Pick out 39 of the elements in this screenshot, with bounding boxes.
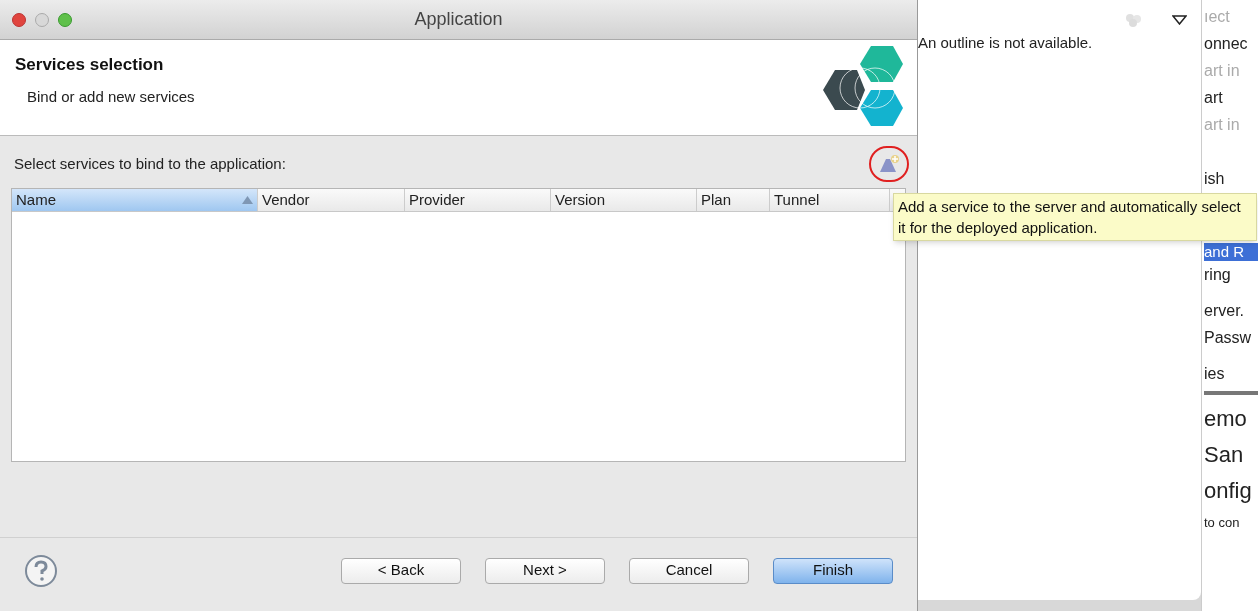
fragment-text: onnec	[1204, 34, 1249, 54]
fragment-text: San	[1204, 441, 1245, 469]
dialog-button[interactable]: Next >	[485, 557, 605, 584]
column-header[interactable]: Tunnel	[770, 189, 890, 211]
zoom-icon[interactable]	[58, 12, 72, 27]
fragment-text: art in	[1204, 115, 1241, 135]
tab-fragment: ies	[1204, 357, 1258, 395]
tooltip: Add a service to the server and automatically select it for the deployed application.	[893, 193, 1257, 241]
fragment-text: Passw	[1204, 328, 1253, 348]
fragment-text: art in	[1204, 61, 1241, 81]
column-header[interactable]: Version	[551, 189, 697, 211]
dialog-button[interactable]: Finish	[773, 557, 893, 584]
column-header[interactable]: Plan	[697, 189, 770, 211]
window-title: Application	[414, 8, 503, 31]
sort-arrow-icon	[242, 196, 253, 204]
table-label: Select services to bind to the application:	[14, 153, 286, 174]
column-header[interactable]: Vendor	[258, 189, 405, 211]
dropdown-triangle-icon[interactable]	[1172, 15, 1187, 25]
page-title: Services selection	[15, 54, 165, 76]
help-icon[interactable]	[24, 553, 58, 588]
fragment-text: ish	[1204, 169, 1226, 189]
fragment-text: ring	[1204, 265, 1232, 285]
dialog-button[interactable]: < Back	[341, 557, 461, 584]
fragment-text: onfig	[1204, 477, 1253, 505]
dots-icon	[1124, 13, 1144, 27]
outline-message: An outline is not available.	[918, 33, 1094, 53]
add-service-icon	[877, 154, 901, 174]
dialog-button[interactable]: Cancel	[629, 557, 749, 584]
column-header[interactable]: Name	[12, 189, 258, 211]
fragment-text: erver.	[1204, 301, 1245, 321]
close-icon[interactable]	[12, 12, 26, 27]
fragment-text: art	[1204, 88, 1224, 108]
fragment-text: emo	[1204, 405, 1248, 433]
page-subtitle: Bind or add new services	[27, 86, 195, 107]
fragment-text: ıect	[1204, 7, 1231, 27]
fragment-text: to con	[1204, 514, 1241, 532]
add-service-button[interactable]	[869, 146, 909, 182]
selected-fragment: and R	[1204, 243, 1258, 261]
column-header[interactable]: Provider	[405, 189, 551, 211]
